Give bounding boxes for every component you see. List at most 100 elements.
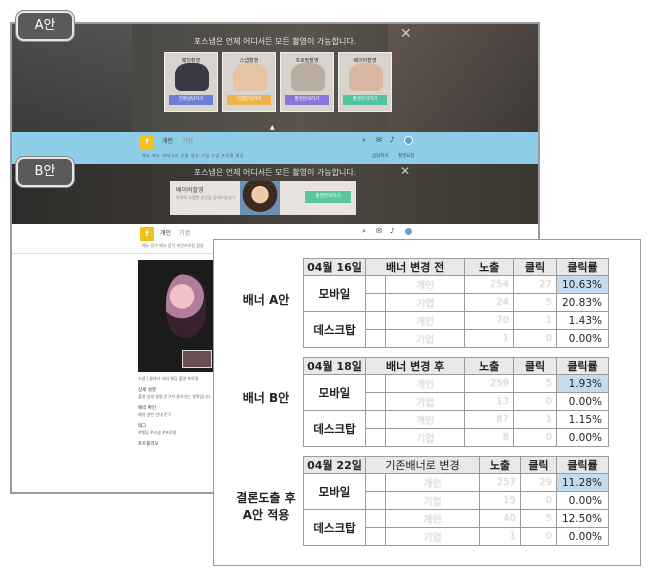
clicks-cell: 27 xyxy=(513,275,557,294)
clicks-cell: 0 xyxy=(513,329,557,348)
row-label-desktop: 데스크탑 xyxy=(303,311,366,348)
brand-logo[interactable]: f xyxy=(140,135,154,149)
banner-b-close-icon[interactable]: ✕ xyxy=(400,164,410,178)
condition-cell: 기존배너로 변경 xyxy=(365,456,480,474)
impressions-cell: 40 xyxy=(478,509,521,528)
avatar[interactable] xyxy=(404,136,413,145)
tab-company[interactable]: 기업 xyxy=(179,228,190,237)
tab-company[interactable]: 기업 xyxy=(182,136,193,145)
section-title: 포트폴리오 xyxy=(138,442,159,447)
header-ctr: 클릭률 xyxy=(556,357,609,375)
clicks-cell: 1 xyxy=(513,410,557,429)
product-details: 스냅 | 클래식 야외 웨딩 촬영 프로필 상세 설명 촬영 상세 설명 문구가… xyxy=(138,376,216,448)
header-impressions: 노출 xyxy=(464,258,515,276)
badge-variant-a: A안 xyxy=(16,11,74,41)
card-photo xyxy=(291,63,325,91)
nav-a: f 개인 기업 메뉴 메뉴 카테고리 인물 영상 기업 스냅 프로필 웨딩 ⌕ … xyxy=(12,132,538,164)
photo-thumbnails[interactable] xyxy=(182,350,212,368)
tab-personal[interactable]: 개인 xyxy=(162,136,173,145)
card-button[interactable]: 촬영문의하기 xyxy=(343,95,387,105)
blurred-segment: 기업 xyxy=(385,491,480,510)
search-icon[interactable]: ⌕ xyxy=(362,227,366,236)
search-icon[interactable]: ⌕ xyxy=(362,136,366,145)
blurred-spacer xyxy=(365,509,386,528)
header-clicks: 클릭 xyxy=(513,258,557,276)
brand-logo[interactable]: f xyxy=(140,227,154,241)
impressions-cell: 87 xyxy=(464,410,515,429)
ctr-cell: 12.50% xyxy=(556,509,609,528)
results-table: 04월 18일 배너 변경 후 노출 클릭 클릭률 모바일 개인 259 5 1… xyxy=(303,357,609,447)
blurred-spacer xyxy=(365,275,386,294)
condition-cell: 배너 변경 전 xyxy=(364,258,466,276)
clicks-cell: 0 xyxy=(513,428,557,447)
impressions-cell: 259 xyxy=(464,374,515,393)
ctr-cell: 1.15% xyxy=(556,410,609,429)
ctr-cell: 0.00% xyxy=(556,428,609,447)
row-label-mobile: 모바일 xyxy=(303,374,366,411)
bell-icon[interactable]: ♪ xyxy=(390,136,394,144)
section-body: 예약 관련 안내 문구 xyxy=(138,412,172,417)
section-body: 촬영 상세 설명 문구가 들어가는 영역입니다. xyxy=(138,394,212,399)
blurred-spacer xyxy=(365,311,386,330)
blurred-segment: 개인 xyxy=(384,275,466,294)
banner-card-snap[interactable]: 스냅촬영 디엠문의하기 xyxy=(222,52,276,112)
product-photo[interactable] xyxy=(138,260,214,372)
ctr-cell: 0.00% xyxy=(556,491,609,510)
banner-b-card[interactable]: 베이비촬영 아이의 소중한 순간을 담아드립니다 촬영문의하기 xyxy=(170,181,356,215)
chat-icon[interactable]: ✉ xyxy=(376,136,382,144)
impressions-cell: 257 xyxy=(478,473,521,492)
impressions-cell: 13 xyxy=(464,392,515,411)
block-label: 결론도출 후 A안 적용 xyxy=(236,491,296,522)
blurred-spacer xyxy=(365,527,386,546)
impressions-cell: 1 xyxy=(478,527,521,546)
tab-personal[interactable]: 개인 xyxy=(160,228,171,237)
banner-a: 포스냅은 언제 어디서든 모든 촬영이 가능합니다. ✕ 웨딩촬영 간편상담하기… xyxy=(12,24,538,132)
blurred-segment: 개인 xyxy=(385,509,480,528)
banner-card-baby[interactable]: 베이비촬영 촬영문의하기 xyxy=(338,52,392,112)
banner-a-close-icon[interactable]: ✕ xyxy=(400,26,412,42)
row-label-desktop: 데스크탑 xyxy=(303,509,366,546)
card-photo xyxy=(233,63,267,91)
date-cell: 04월 22일 xyxy=(303,456,366,474)
chat-icon[interactable]: ✉ xyxy=(376,227,382,235)
collapse-arrow-icon[interactable]: ▲ xyxy=(270,124,275,131)
ctr-cell: 0.00% xyxy=(556,527,609,546)
banner-card-profile[interactable]: 프로필촬영 촬영문의하기 xyxy=(280,52,334,112)
ctr-cell: 20.83% xyxy=(556,293,609,312)
sub-menu[interactable]: 메뉴 음악 메뉴 음악 개인프로필 촬영 xyxy=(142,243,204,249)
avatar[interactable] xyxy=(404,227,413,236)
header-ctr: 클릭률 xyxy=(556,258,609,276)
date-cell: 04월 16일 xyxy=(303,258,366,276)
blurred-segment: 기업 xyxy=(385,527,480,546)
banner-b-photo xyxy=(240,181,280,215)
banner-b-button[interactable]: 촬영문의하기 xyxy=(305,191,351,203)
consult-link[interactable]: 상담하기 xyxy=(372,153,389,159)
row-label-desktop: 데스크탑 xyxy=(303,410,366,447)
card-button[interactable]: 촬영문의하기 xyxy=(285,95,329,105)
banner-card-wedding[interactable]: 웨딩촬영 간편상담하기 xyxy=(164,52,218,112)
blurred-segment: 기업 xyxy=(384,329,466,348)
impressions-cell: 70 xyxy=(464,311,515,330)
header-ctr: 클릭률 xyxy=(556,456,609,474)
card-button[interactable]: 간편상담하기 xyxy=(169,95,213,105)
bell-icon[interactable]: ♪ xyxy=(390,227,394,235)
blurred-segment: 개인 xyxy=(384,374,466,393)
request-link[interactable]: 촬영요청 xyxy=(398,153,415,159)
blurred-spacer xyxy=(365,410,386,429)
impressions-cell: 1 xyxy=(464,329,515,348)
ctr-cell: 0.00% xyxy=(556,392,609,411)
block-label: 배너 B안 xyxy=(242,391,290,405)
clicks-cell: 29 xyxy=(519,473,558,492)
card-photo xyxy=(349,63,383,91)
sub-menu[interactable]: 메뉴 메뉴 카테고리 인물 영상 기업 스냅 프로필 웨딩 xyxy=(142,153,244,159)
clicks-cell: 1 xyxy=(513,311,557,330)
card-button[interactable]: 디엠문의하기 xyxy=(227,95,271,105)
clicks-cell: 5 xyxy=(513,374,557,393)
banner-a-headline: 포스냅은 언제 어디서든 모든 촬영이 가능합니다. xyxy=(193,37,357,46)
clicks-cell: 0 xyxy=(513,392,557,411)
impressions-cell: 254 xyxy=(464,275,515,294)
clicks-cell: 5 xyxy=(519,509,558,528)
banner-b-desc: 아이의 소중한 순간을 담아드립니다 xyxy=(176,195,236,200)
condition-cell: 배너 변경 후 xyxy=(364,357,466,375)
card-photo xyxy=(175,63,209,91)
